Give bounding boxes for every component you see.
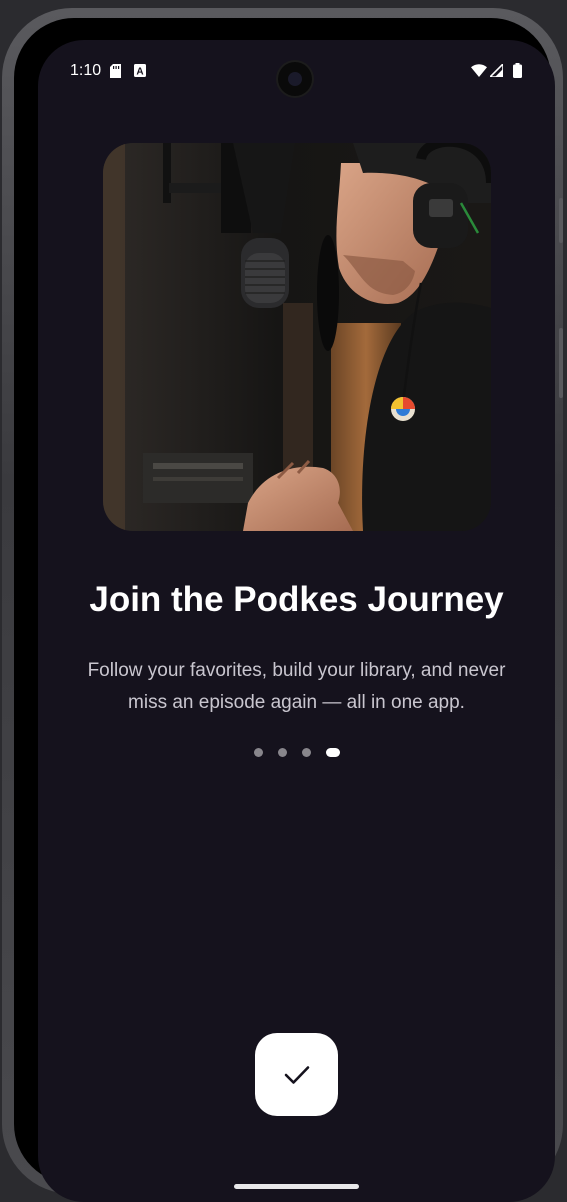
check-icon — [284, 1065, 309, 1084]
onboarding-subtitle: Follow your favorites, build your librar… — [87, 660, 506, 713]
svg-text:A: A — [136, 67, 143, 78]
sd-card-icon — [110, 64, 121, 83]
done-button[interactable] — [255, 1033, 338, 1116]
screen: 1:10 A Join the Podkes Journey Follow yo… — [38, 40, 555, 1202]
page-dot[interactable] — [277, 748, 287, 757]
status-time: 1:10 — [70, 62, 102, 79]
page-dot[interactable] — [301, 748, 311, 757]
phone-frame: 1:10 A Join the Podkes Journey Follow yo… — [2, 8, 563, 1202]
status-bar: 1:10 A — [38, 40, 555, 102]
power-button — [559, 198, 563, 243]
phone-bezel: 1:10 A Join the Podkes Journey Follow yo… — [14, 18, 555, 1202]
page-dot-active[interactable] — [325, 748, 340, 757]
onboarding-image — [103, 143, 491, 531]
a-icon: A — [134, 64, 146, 82]
front-camera — [278, 62, 312, 96]
page-indicator — [38, 748, 555, 757]
battery-icon — [513, 63, 522, 83]
signal-icon — [488, 62, 504, 82]
page-dot[interactable] — [253, 748, 263, 757]
home-indicator[interactable] — [234, 1184, 359, 1189]
wifi-icon — [471, 64, 487, 82]
volume-button — [559, 328, 563, 398]
onboarding-title: Join the Podkes Journey — [89, 580, 504, 619]
